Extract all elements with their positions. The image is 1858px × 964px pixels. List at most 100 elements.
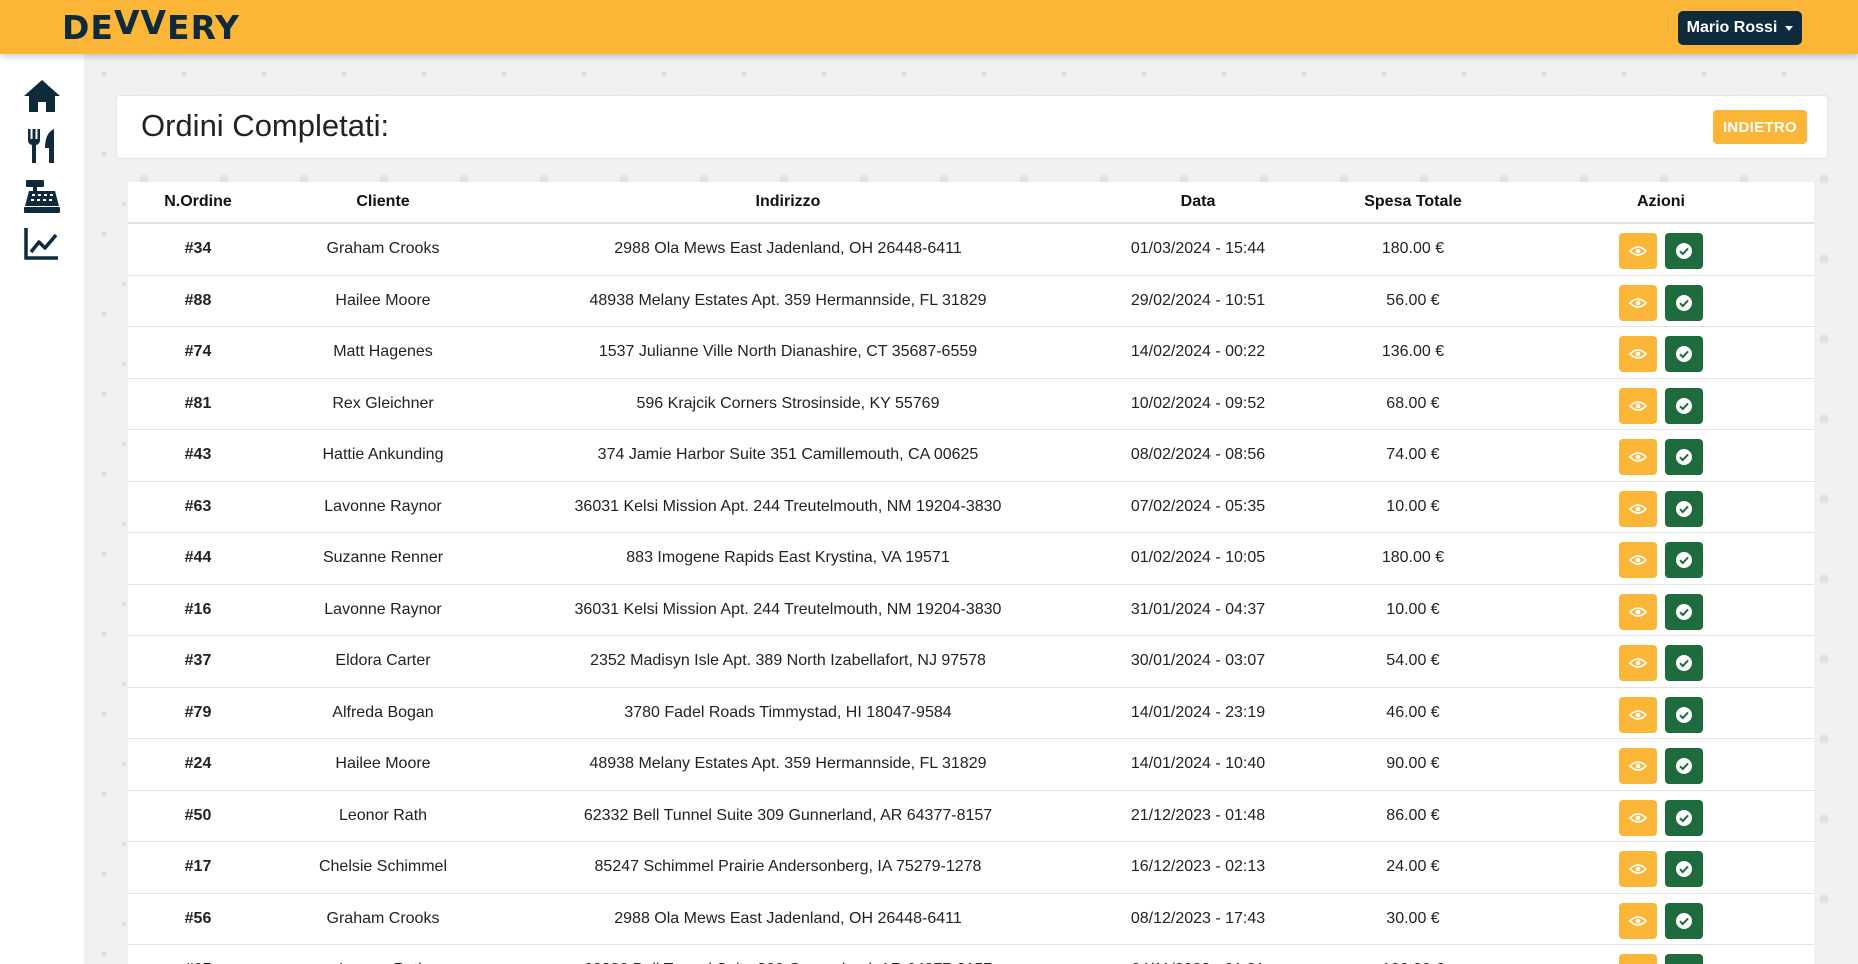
customer-name: Chelsie Schimmel (268, 841, 498, 894)
view-order-button[interactable] (1619, 233, 1657, 270)
order-date: 21/12/2023 - 01:48 (1078, 790, 1318, 842)
address: 85247 Schimmel Prairie Andersonberg, IA … (498, 841, 1078, 894)
fork-knife-icon[interactable] (22, 126, 62, 166)
eye-icon (1629, 761, 1647, 772)
view-order-button[interactable] (1619, 593, 1657, 630)
view-order-button[interactable] (1619, 490, 1657, 527)
cash-register-icon[interactable] (22, 176, 62, 216)
customer-name: Suzanne Renner (268, 532, 498, 585)
customer-name: Rex Gleichner (268, 378, 498, 430)
sidebar (0, 54, 84, 964)
order-date: 31/01/2024 - 04:37 (1078, 584, 1318, 636)
view-order-button[interactable] (1619, 645, 1657, 682)
view-order-button[interactable] (1619, 799, 1657, 836)
customer-name: Hattie Ankunding (268, 429, 498, 482)
complete-order-button[interactable] (1665, 645, 1703, 682)
home-icon[interactable] (22, 76, 62, 116)
table-row: #65Leonor Rath62332 Bell Tunnel Suite 30… (128, 944, 1814, 964)
actions-cell (1508, 841, 1814, 894)
top-navbar: DEVVERY Mario Rossi (0, 0, 1858, 54)
customer-name: Lavonne Raynor (268, 481, 498, 533)
address: 62332 Bell Tunnel Suite 309 Gunnerland, … (498, 790, 1078, 842)
orders-table-container: N.Ordine Cliente Indirizzo Data Spesa To… (128, 182, 1814, 964)
order-number: #56 (128, 893, 268, 945)
eye-icon (1629, 297, 1647, 308)
order-total: 180.00 € (1318, 223, 1508, 276)
view-order-button[interactable] (1619, 954, 1657, 964)
address: 2352 Madisyn Isle Apt. 389 North Izabell… (498, 635, 1078, 688)
view-order-button[interactable] (1619, 284, 1657, 321)
complete-order-button[interactable] (1665, 954, 1703, 964)
check-circle-icon (1676, 603, 1692, 620)
view-order-button[interactable] (1619, 748, 1657, 785)
view-order-button[interactable] (1619, 902, 1657, 939)
complete-order-button[interactable] (1665, 851, 1703, 888)
complete-order-button[interactable] (1665, 387, 1703, 424)
complete-order-button[interactable] (1665, 902, 1703, 939)
complete-order-button[interactable] (1665, 542, 1703, 579)
order-date: 24/11/2023 - 01:31 (1078, 944, 1318, 964)
actions-cell (1508, 635, 1814, 688)
order-total: 180.00 € (1318, 532, 1508, 585)
line-chart-icon[interactable] (22, 224, 62, 264)
actions-cell (1508, 275, 1814, 327)
view-order-button[interactable] (1619, 336, 1657, 373)
page-title: Ordini Completati: (141, 108, 390, 143)
header-date[interactable]: Data (1078, 182, 1318, 224)
eye-icon (1629, 400, 1647, 411)
actions-cell (1508, 738, 1814, 791)
eye-icon (1629, 658, 1647, 669)
address: 596 Krajcik Corners Strosinside, KY 5576… (498, 378, 1078, 430)
complete-order-button[interactable] (1665, 284, 1703, 321)
customer-name: Hailee Moore (268, 738, 498, 791)
order-total: 46.00 € (1318, 687, 1508, 739)
user-menu-button[interactable]: Mario Rossi (1678, 11, 1802, 45)
address: 36031 Kelsi Mission Apt. 244 Treutelmout… (498, 584, 1078, 636)
header-customer[interactable]: Cliente (268, 182, 498, 224)
back-button[interactable]: INDIETRO (1713, 110, 1807, 144)
complete-order-button[interactable] (1665, 439, 1703, 476)
order-total: 74.00 € (1318, 429, 1508, 482)
complete-order-button[interactable] (1665, 336, 1703, 373)
table-row: #34 Graham Crooks 2988 Ola Mews East Jaden… (128, 223, 1814, 276)
address: 3780 Fadel Roads Timmystad, HI 18047-958… (498, 687, 1078, 739)
view-order-button[interactable] (1619, 439, 1657, 476)
complete-order-button[interactable] (1665, 490, 1703, 527)
order-date: 16/12/2023 - 02:13 (1078, 841, 1318, 894)
header-address[interactable]: Indirizzo (498, 182, 1078, 224)
order-date: 01/02/2024 - 10:05 (1078, 532, 1318, 585)
check-circle-icon (1676, 243, 1692, 260)
order-total: 86.00 € (1318, 790, 1508, 842)
order-date: 14/01/2024 - 10:40 (1078, 738, 1318, 791)
caret-down-icon (1785, 25, 1794, 31)
check-circle-icon (1676, 706, 1692, 723)
order-total: 10.00 € (1318, 584, 1508, 636)
complete-order-button[interactable] (1665, 233, 1703, 270)
complete-order-button[interactable] (1665, 799, 1703, 836)
complete-order-button[interactable] (1665, 593, 1703, 630)
order-date: 14/01/2024 - 23:19 (1078, 687, 1318, 739)
order-date: 07/02/2024 - 05:35 (1078, 481, 1318, 533)
brand-logo[interactable]: DEVVERY (62, 3, 240, 51)
order-total: 10.00 € (1318, 481, 1508, 533)
header-total[interactable]: Spesa Totale (1318, 182, 1508, 224)
eye-icon (1629, 709, 1647, 720)
view-order-button[interactable] (1619, 851, 1657, 888)
table-row: #74 Matt Hagenes 1537 Julianne Ville North… (128, 326, 1814, 379)
check-circle-icon (1676, 397, 1692, 414)
table-header-row: N.Ordine Cliente Indirizzo Data Spesa To… (128, 182, 1814, 224)
eye-icon (1629, 555, 1647, 566)
complete-order-button[interactable] (1665, 696, 1703, 733)
view-order-button[interactable] (1619, 542, 1657, 579)
eye-icon (1629, 915, 1647, 926)
actions-cell (1508, 481, 1814, 533)
actions-cell (1508, 893, 1814, 945)
address: 883 Imogene Rapids East Krystina, VA 195… (498, 532, 1078, 585)
customer-name: Hailee Moore (268, 275, 498, 327)
complete-order-button[interactable] (1665, 748, 1703, 785)
header-order-number[interactable]: N.Ordine (128, 182, 268, 224)
address: 62332 Bell Tunnel Suite 309 Gunnerland, … (498, 944, 1078, 964)
view-order-button[interactable] (1619, 387, 1657, 424)
view-order-button[interactable] (1619, 696, 1657, 733)
customer-name: Eldora Carter (268, 635, 498, 688)
